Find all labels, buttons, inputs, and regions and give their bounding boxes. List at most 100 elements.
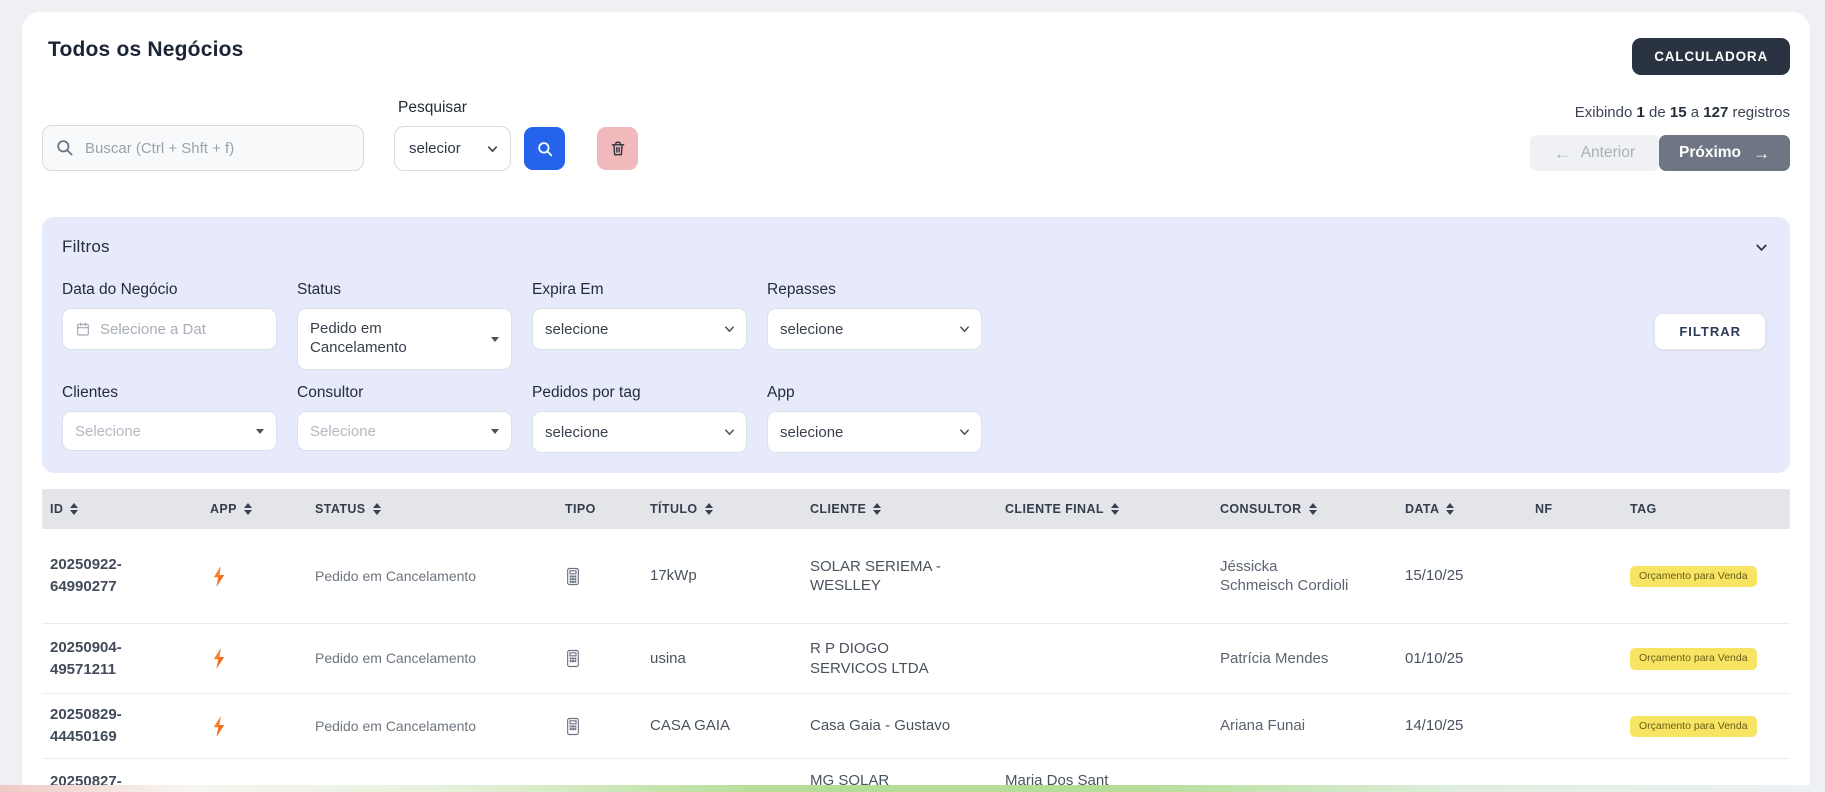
expira-em-select[interactable]: selecione [532, 308, 747, 350]
column-header-app[interactable]: APP [202, 489, 307, 529]
filter-clientes: Clientes Selecione [62, 384, 277, 453]
column-label: CONSULTOR [1220, 502, 1302, 516]
filter-status: Status Pedido em Cancelamento [297, 281, 512, 370]
sort-icon [70, 503, 78, 515]
calculadora-button[interactable]: CALCULADORA [1632, 38, 1790, 75]
repasses-select[interactable]: selecione [767, 308, 982, 350]
filters-panel: Filtros FILTRAR Data do Negócio Selecion… [42, 217, 1790, 473]
date-placeholder: Selecione a Dat [100, 321, 206, 338]
records-summary: Exibindo 1 de 15 a 127 registros [1575, 104, 1790, 121]
title-row: Todos os Negócios CALCULADORA [42, 38, 1790, 75]
pedidos-por-tag-select-value: selecione [545, 424, 608, 441]
pager: ← Anterior Próximo → [1530, 135, 1790, 171]
previous-label: Anterior [1581, 144, 1635, 162]
consultor-select-value: Selecione [310, 423, 376, 440]
search-box [42, 125, 364, 171]
previous-page-button[interactable]: ← Anterior [1530, 135, 1659, 171]
search-submit-button[interactable] [524, 127, 565, 170]
filter-label: Data do Negócio [62, 281, 277, 299]
column-header-cliente-final[interactable]: CLIENTE FINAL [997, 489, 1212, 529]
magnifier-icon [536, 140, 554, 158]
app-select[interactable]: selecione [767, 411, 982, 453]
trash-icon [609, 139, 627, 158]
horizontal-scrollbar[interactable] [0, 785, 1825, 792]
clientes-select-value: Selecione [75, 423, 141, 440]
sort-icon [1111, 503, 1119, 515]
column-label: TAG [1630, 502, 1657, 516]
search-field-select[interactable]: selecior [394, 126, 511, 171]
cell-data: 01/10/25 [1397, 649, 1527, 669]
column-header-nf[interactable]: NF [1527, 489, 1622, 529]
sort-icon [1309, 503, 1317, 515]
next-page-button[interactable]: Próximo → [1659, 135, 1790, 171]
records-a: a [1691, 104, 1699, 121]
cell-titulo: CASA GAIA [642, 716, 802, 736]
filters-row-2: Clientes Selecione Consultor Selecione P… [62, 384, 1770, 453]
arrow-right-icon: → [1753, 145, 1770, 162]
column-header-cliente[interactable]: CLIENTE [802, 489, 997, 529]
column-header-consultor[interactable]: CONSULTOR [1212, 489, 1397, 529]
chevron-down-icon[interactable] [1753, 239, 1770, 256]
date-picker-input[interactable]: Selecione a Dat [62, 308, 277, 350]
pagination-area: Exibindo 1 de 15 a 127 registros ← Anter… [1530, 104, 1790, 171]
cell-data: 15/10/25 [1397, 566, 1527, 586]
cell-consultor: Jéssicka Schmeisch Cordioli [1212, 557, 1352, 596]
calculator-icon [565, 717, 642, 736]
pesquisar-label: Pesquisar [398, 99, 511, 117]
records-summary-text: Exibindo [1575, 104, 1633, 121]
filters-title: Filtros [62, 237, 110, 257]
cell-consultor: Patrícia Mendes [1212, 649, 1352, 669]
table-row[interactable]: 20250904-49571211 Pedido em Cancelamento… [42, 624, 1790, 694]
filtrar-button[interactable]: FILTRAR [1654, 313, 1766, 350]
sort-icon [1446, 503, 1454, 515]
column-label: ID [50, 502, 63, 516]
pedidos-por-tag-select[interactable]: selecione [532, 411, 747, 453]
column-header-tag[interactable]: TAG [1622, 489, 1790, 529]
filters-header[interactable]: Filtros [62, 237, 1770, 257]
column-header-id[interactable]: ID [42, 489, 202, 529]
column-header-data[interactable]: DATA [1397, 489, 1527, 529]
cell-tag: Orçamento para Venda [1622, 647, 1790, 670]
deals-table: ID APP STATUS TIPO TÍTULO CLIENTE [42, 489, 1790, 792]
tag-badge: Orçamento para Venda [1630, 716, 1757, 738]
column-header-status[interactable]: STATUS [307, 489, 557, 529]
column-header-titulo[interactable]: TÍTULO [642, 489, 802, 529]
filter-label: Consultor [297, 384, 512, 402]
cell-cliente: R P DIOGO SERVICOS LTDA [802, 639, 952, 678]
cell-cliente: SOLAR SERIEMA - WESLLEY [802, 557, 952, 596]
cell-tag: Orçamento para Venda [1622, 715, 1790, 738]
chevron-down-icon [485, 141, 500, 156]
tag-badge: Orçamento para Venda [1630, 566, 1757, 588]
records-per-page: 15 [1670, 104, 1687, 121]
column-label: NF [1535, 502, 1552, 516]
consultor-select[interactable]: Selecione [297, 411, 512, 451]
cell-tipo [557, 717, 642, 736]
cell-data: 14/10/25 [1397, 716, 1527, 736]
filter-consultor: Consultor Selecione [297, 384, 512, 453]
cell-app [202, 647, 307, 670]
page-title: Todos os Negócios [42, 38, 244, 62]
clientes-select[interactable]: Selecione [62, 411, 277, 451]
caret-down-icon [256, 429, 264, 434]
table-row[interactable]: 20250922-64990277 Pedido em Cancelamento… [42, 529, 1790, 624]
search-field-select-wrap: Pesquisar selecior [394, 99, 511, 171]
app-select-value: selecione [780, 424, 843, 441]
column-header-tipo[interactable]: TIPO [557, 489, 642, 529]
chevron-down-icon [722, 425, 737, 440]
search-field-select-value: selecior [409, 140, 461, 157]
status-select[interactable]: Pedido em Cancelamento [297, 308, 512, 370]
bolt-icon [210, 565, 307, 588]
status-select-value: Pedido em Cancelamento [310, 320, 481, 358]
column-label: DATA [1405, 502, 1439, 516]
filter-label: Pedidos por tag [532, 384, 747, 402]
cell-titulo: usina [642, 649, 802, 669]
search-input[interactable] [42, 125, 364, 171]
arrow-left-icon: ← [1554, 145, 1571, 162]
column-label: CLIENTE FINAL [1005, 502, 1104, 516]
table-row[interactable]: 20250829-44450169 Pedido em Cancelamento… [42, 694, 1790, 759]
clear-search-button[interactable] [597, 127, 638, 170]
caret-down-icon [491, 337, 499, 342]
calculator-icon [565, 567, 642, 586]
main-card: Todos os Negócios CALCULADORA Pesquisar … [22, 12, 1810, 792]
bolt-icon [210, 647, 307, 670]
